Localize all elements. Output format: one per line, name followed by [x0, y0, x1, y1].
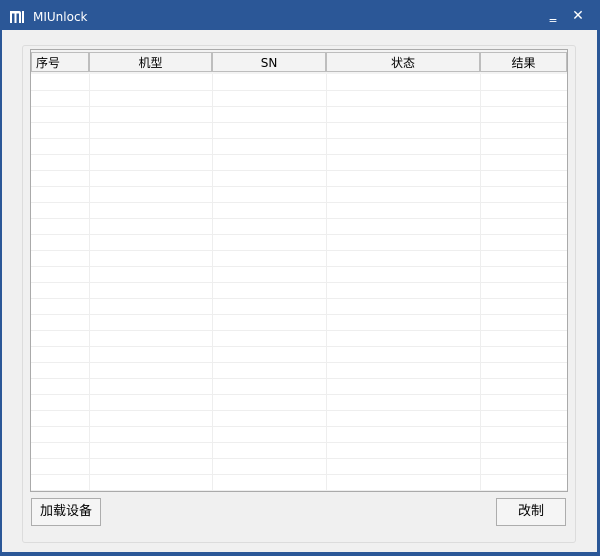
- grid-row-line: [31, 250, 567, 251]
- grid-column-line: [326, 74, 327, 491]
- minimize-icon: ‗: [549, 8, 557, 23]
- grid-row-line: [31, 474, 567, 475]
- grid-row-line: [31, 90, 567, 91]
- device-list[interactable]: 序号 机型 SN 状态 结果: [30, 49, 568, 492]
- close-button[interactable]: ✕: [567, 6, 589, 26]
- close-icon: ✕: [572, 8, 584, 24]
- mi-logo-icon: [10, 11, 24, 23]
- grid-row-line: [31, 266, 567, 267]
- grid-row-line: [31, 186, 567, 187]
- grid-row-line: [31, 138, 567, 139]
- grid-row-line: [31, 426, 567, 427]
- grid-row-line: [31, 154, 567, 155]
- grid-row-line: [31, 314, 567, 315]
- grid-row-line: [31, 218, 567, 219]
- grid-row-line: [31, 282, 567, 283]
- grid-row-line: [31, 122, 567, 123]
- window-title: MIUnlock: [33, 10, 88, 24]
- grid-row-line: [31, 378, 567, 379]
- grid-row-line: [31, 346, 567, 347]
- grid-column-line: [480, 74, 481, 491]
- column-header-sn[interactable]: SN: [212, 52, 326, 72]
- column-header-status[interactable]: 状态: [326, 52, 480, 72]
- grid-row-line: [31, 410, 567, 411]
- grid-row-line: [31, 106, 567, 107]
- grid-row-line: [31, 490, 567, 491]
- list-header: 序号 机型 SN 状态 结果: [31, 50, 567, 74]
- grid-row-line: [31, 234, 567, 235]
- grid-row-line: [31, 298, 567, 299]
- column-header-result[interactable]: 结果: [480, 52, 567, 72]
- column-header-index[interactable]: 序号: [31, 52, 89, 72]
- grid-row-line: [31, 458, 567, 459]
- grid-row-line: [31, 394, 567, 395]
- column-header-model[interactable]: 机型: [89, 52, 212, 72]
- grid-row-line: [31, 442, 567, 443]
- minimize-button[interactable]: ‗: [542, 6, 564, 26]
- modify-button[interactable]: 改制: [496, 498, 566, 526]
- title-bar[interactable]: MIUnlock ‗ ✕: [0, 0, 600, 32]
- grid-row-line: [31, 202, 567, 203]
- grid-row-line: [31, 362, 567, 363]
- grid-column-line: [212, 74, 213, 491]
- grid-row-line: [31, 330, 567, 331]
- app-window: MIUnlock ‗ ✕ 序号 机型 SN 状态 结果 加载设备 改制: [0, 0, 600, 556]
- load-devices-button[interactable]: 加载设备: [31, 498, 101, 526]
- grid-row-line: [31, 170, 567, 171]
- grid-column-line: [89, 74, 90, 491]
